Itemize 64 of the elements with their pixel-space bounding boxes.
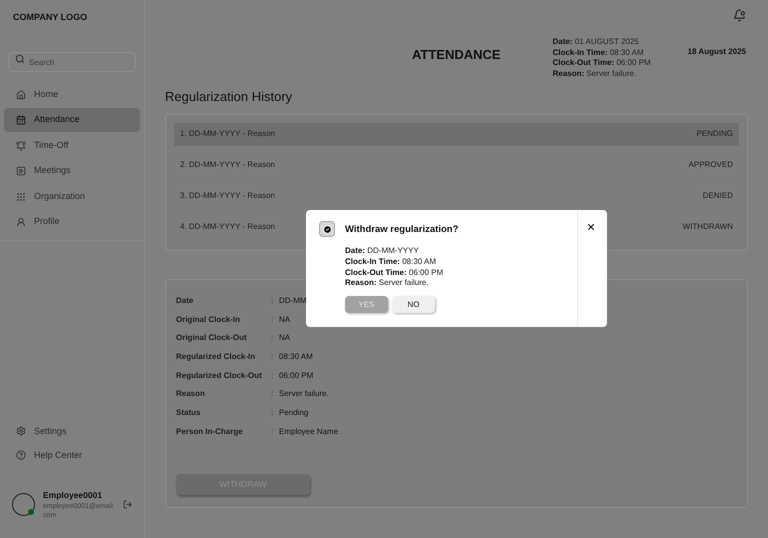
user-name: Employee0001 <box>43 489 104 502</box>
field-separator: : <box>271 350 274 363</box>
sidebar-item[interactable]: Meetings <box>4 159 140 183</box>
field-value: Employee Name <box>279 426 338 438</box>
sidebar-item[interactable]: Home <box>4 82 140 106</box>
field-value: Pending <box>279 406 308 419</box>
dialog-button[interactable]: NO <box>392 296 435 314</box>
close-icon[interactable] <box>586 222 596 232</box>
sidebar-item[interactable]: Time-Off <box>4 134 140 158</box>
field-value: Server failure. <box>279 388 329 400</box>
history-row[interactable]: 1. DD-MM-YYYY - Reason PENDING <box>174 122 739 146</box>
field-label: Reason <box>176 388 206 400</box>
info-line: Clock-Out Time: 06:00 PM <box>552 58 651 68</box>
info-line: Clock-In Time: 08:30 AM <box>345 256 438 268</box>
help-icon <box>16 450 26 460</box>
calendar-icon <box>16 115 26 125</box>
company-logo: COMPANY LOGO <box>12 11 88 24</box>
field-label: Person In-Charge <box>176 426 244 438</box>
sidebar-item[interactable]: Settings <box>4 419 140 444</box>
page-title: ATTENDANCE <box>412 46 501 64</box>
search-icon <box>15 54 25 64</box>
user-icon <box>16 217 26 227</box>
info-line: Reason: Server failure. <box>345 278 430 290</box>
dialog-title: Withdraw regularization? <box>345 223 458 237</box>
field-separator: : <box>271 406 274 419</box>
field-label: Original Clock-Out <box>176 332 248 344</box>
history-row[interactable]: 3. DD-MM-YYYY - Reason DENIED <box>174 184 739 208</box>
bell-icon <box>16 140 26 150</box>
field-label: Original Clock-In <box>176 314 242 326</box>
field-value: 06:00 PM <box>279 370 314 382</box>
field-separator: : <box>271 388 274 400</box>
field-separator: : <box>271 294 274 307</box>
field-value: DD-MM <box>279 294 307 307</box>
home-icon <box>16 90 26 100</box>
field-separator: : <box>271 370 274 382</box>
sidebar-item[interactable]: Attendance <box>4 108 140 132</box>
logout-icon[interactable] <box>122 499 132 510</box>
field-label: Regularized Clock-In <box>176 350 256 363</box>
field-value: 08:30 AM <box>279 350 313 363</box>
sidebar-item[interactable]: Help Center <box>4 443 140 468</box>
info-line: Clock-Out Time: 06:00 PM <box>345 268 444 278</box>
field-separator: : <box>271 332 274 344</box>
video-icon <box>16 166 26 176</box>
notification-icon[interactable] <box>733 9 746 22</box>
settings-icon <box>16 426 26 436</box>
field-label: Status <box>176 406 202 419</box>
check-icon <box>322 224 332 234</box>
field-separator: : <box>271 314 274 326</box>
info-line: Date: 01 AUGUST 2025 <box>552 37 640 48</box>
field-value: NA <box>279 332 290 344</box>
info-line: Clock-In Time: 08:30 AM <box>552 48 645 58</box>
history-row[interactable]: 2. DD-MM-YYYY - Reason APPROVED <box>174 154 739 176</box>
field-label: Date <box>176 294 194 307</box>
sidebar-item[interactable]: Profile <box>4 210 140 234</box>
field-separator: : <box>271 426 274 438</box>
sidebar-item[interactable]: Organization <box>4 184 140 208</box>
info-line: Reason: Server failure. <box>552 68 638 79</box>
grid-icon <box>16 192 26 202</box>
search-field[interactable]: Search <box>8 52 136 72</box>
today-date: 18 August 2025 <box>688 46 746 58</box>
field-label: Regularized Clock-Out <box>176 370 263 382</box>
info-line: Date: DD-MM-YYYY <box>345 246 420 257</box>
section-title: Regularization History <box>165 88 294 106</box>
field-value: NA <box>279 314 290 326</box>
